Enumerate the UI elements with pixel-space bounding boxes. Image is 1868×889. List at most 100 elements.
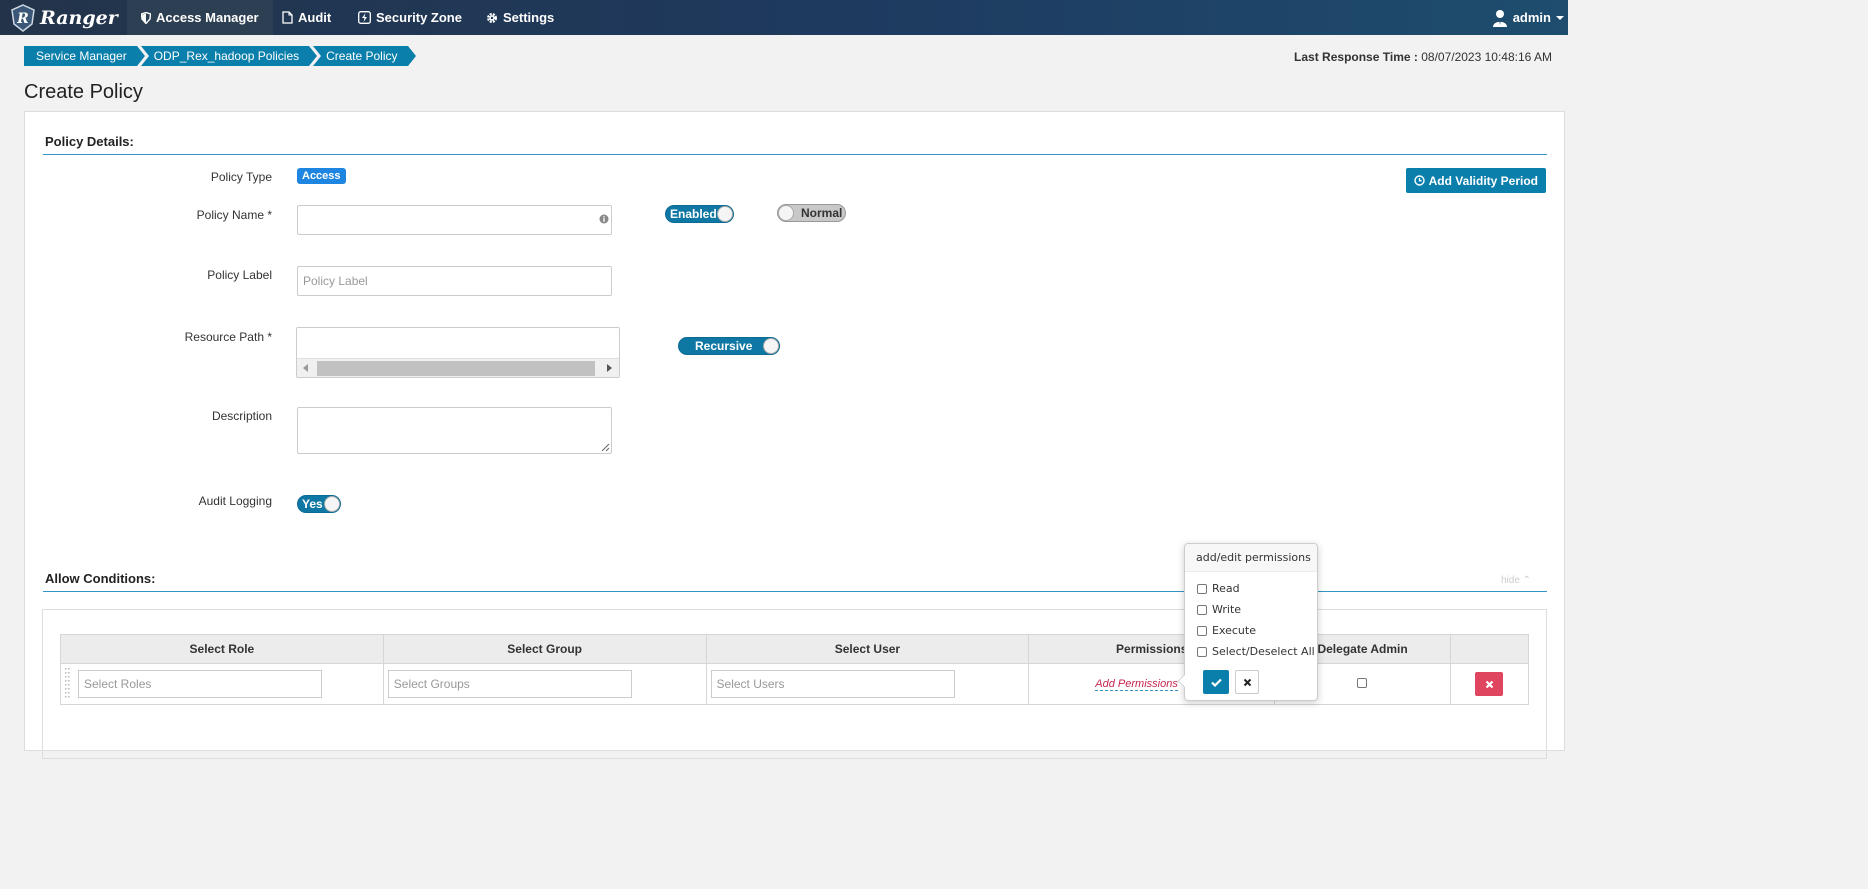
permission-write-checkbox[interactable] <box>1197 604 1207 615</box>
toggle-knob <box>717 206 733 222</box>
resize-handle-icon[interactable] <box>601 443 610 452</box>
select-groups-input[interactable]: Select Groups <box>387 670 632 698</box>
policy-type-label: Policy Type <box>210 170 272 184</box>
drag-handle-icon[interactable] <box>65 666 71 702</box>
permission-read-option[interactable]: Read <box>1197 582 1240 595</box>
breadcrumb-service-manager[interactable]: Service Manager <box>24 46 145 66</box>
hide-link-label: hide <box>1501 575 1520 586</box>
clock-icon <box>1413 175 1425 186</box>
policy-name-label: Policy Name * <box>196 208 272 222</box>
select-users-input[interactable]: Select Users <box>710 670 955 698</box>
select-groups-placeholder: Select Groups <box>393 677 470 691</box>
nav-settings[interactable]: Settings <box>472 0 568 35</box>
add-validity-period-button[interactable]: Add Validity Period <box>1405 168 1546 193</box>
policy-name-input[interactable] <box>297 205 612 235</box>
toggle-knob <box>324 496 340 512</box>
breadcrumb: Service Manager ODP_Rex_hadoop Policies … <box>24 46 416 66</box>
normal-toggle-label: Normal <box>801 206 843 220</box>
hide-link[interactable]: hide ⌃ <box>1501 575 1531 586</box>
allow-conditions-title: Allow Conditions: <box>45 571 156 586</box>
nav-access-manager[interactable]: Access Manager <box>127 0 273 35</box>
policy-details-divider <box>43 154 1547 155</box>
col-select-role: Select Role <box>60 634 384 664</box>
breadcrumb-policies[interactable]: ODP_Rex_hadoop Policies <box>140 46 318 66</box>
popover-title: add/edit permissions <box>1185 544 1317 572</box>
group-cell: Select Groups <box>382 663 707 705</box>
normal-toggle[interactable]: Normal <box>777 204 846 222</box>
nav-audit[interactable]: Audit <box>268 0 345 35</box>
file-icon <box>282 11 293 24</box>
permission-select-all-label: Select/Deselect All <box>1212 645 1315 658</box>
permission-execute-checkbox[interactable] <box>1197 625 1207 636</box>
nav-security-zone[interactable]: Security Zone <box>344 0 476 35</box>
breadcrumb-create-policy: Create Policy <box>313 46 416 66</box>
nav-access-manager-label: Access Manager <box>156 10 259 25</box>
delegate-admin-checkbox[interactable] <box>1357 678 1368 688</box>
last-response-time: Last Response Time : 08/07/2023 10:48:16… <box>1294 50 1552 64</box>
ranger-logo[interactable]: R Ranger <box>10 2 118 33</box>
select-users-placeholder: Select Users <box>716 677 785 691</box>
permission-read-label: Read <box>1212 582 1240 595</box>
user-cell: Select Users <box>705 663 1030 705</box>
user-name: admin <box>1512 10 1551 25</box>
add-permissions-link[interactable]: Add Permissions <box>1095 678 1178 691</box>
add-validity-period-label: Add Validity Period <box>1428 173 1538 188</box>
actions-cell <box>1450 663 1529 705</box>
scroll-left-icon[interactable] <box>303 364 308 372</box>
permission-write-label: Write <box>1212 603 1242 616</box>
resource-path-label: Resource Path * <box>184 330 272 344</box>
col-actions <box>1450 634 1529 664</box>
recursive-toggle[interactable]: Recursive <box>678 337 780 355</box>
ranger-shield-icon: R <box>10 3 36 32</box>
audit-logging-toggle-label: Yes <box>302 497 323 511</box>
close-icon <box>1485 680 1494 689</box>
policy-label-placeholder: Policy Label <box>303 274 368 288</box>
enabled-toggle-label: Enabled <box>670 207 717 221</box>
popover-cancel-button[interactable] <box>1235 670 1259 694</box>
enabled-toggle[interactable]: Enabled <box>665 205 734 223</box>
permission-select-all-checkbox[interactable] <box>1197 646 1207 657</box>
popover-confirm-button[interactable] <box>1203 670 1229 694</box>
select-roles-placeholder: Select Roles <box>84 677 152 691</box>
caret-down-icon <box>1556 15 1564 21</box>
toggle-knob <box>778 205 794 221</box>
policy-label-label: Policy Label <box>207 268 272 282</box>
info-icon <box>599 214 609 224</box>
close-icon <box>1243 678 1252 687</box>
permissions-popover: add/edit permissions Read Write Execute … <box>1178 543 1318 701</box>
description-textarea[interactable] <box>297 407 612 454</box>
bolt-icon <box>358 11 371 24</box>
permission-select-all-option[interactable]: Select/Deselect All <box>1197 645 1315 658</box>
scrollbar-thumb[interactable] <box>317 361 595 376</box>
top-navbar: R Ranger Access Manager Audit Security Z… <box>0 0 1568 35</box>
nav-settings-label: Settings <box>503 10 555 25</box>
page-title: Create Policy <box>24 81 143 103</box>
user-menu[interactable]: admin <box>1492 0 1564 35</box>
audit-logging-toggle[interactable]: Yes <box>297 495 341 513</box>
role-cell: Select Roles <box>60 663 384 705</box>
scroll-right-icon[interactable] <box>607 364 612 372</box>
permission-execute-option[interactable]: Execute <box>1197 624 1256 637</box>
check-icon <box>1210 678 1222 687</box>
select-roles-input[interactable]: Select Roles <box>78 670 322 698</box>
allow-conditions-divider <box>43 591 1547 592</box>
resource-path-input[interactable] <box>296 327 620 378</box>
policy-label-input[interactable]: Policy Label <box>297 266 612 296</box>
policy-type-badge: Access <box>297 168 346 184</box>
recursive-toggle-label: Recursive <box>695 339 753 353</box>
policy-details-title: Policy Details: <box>45 134 134 149</box>
last-response-value: 08/07/2023 10:48:16 AM <box>1421 50 1552 64</box>
gear-icon <box>486 12 498 24</box>
user-icon <box>1492 9 1508 27</box>
last-response-label: Last Response Time : <box>1294 50 1418 64</box>
col-select-user: Select User <box>705 634 1030 664</box>
delete-row-button[interactable] <box>1475 672 1504 696</box>
brand-name: Ranger <box>40 6 118 29</box>
popover-arrow <box>1178 674 1185 688</box>
toggle-knob <box>763 338 779 354</box>
horizontal-scrollbar[interactable] <box>297 358 619 377</box>
permission-write-option[interactable]: Write <box>1197 603 1241 616</box>
nav-audit-label: Audit <box>298 10 332 25</box>
col-select-group: Select Group <box>382 634 707 664</box>
permission-read-checkbox[interactable] <box>1197 583 1207 594</box>
